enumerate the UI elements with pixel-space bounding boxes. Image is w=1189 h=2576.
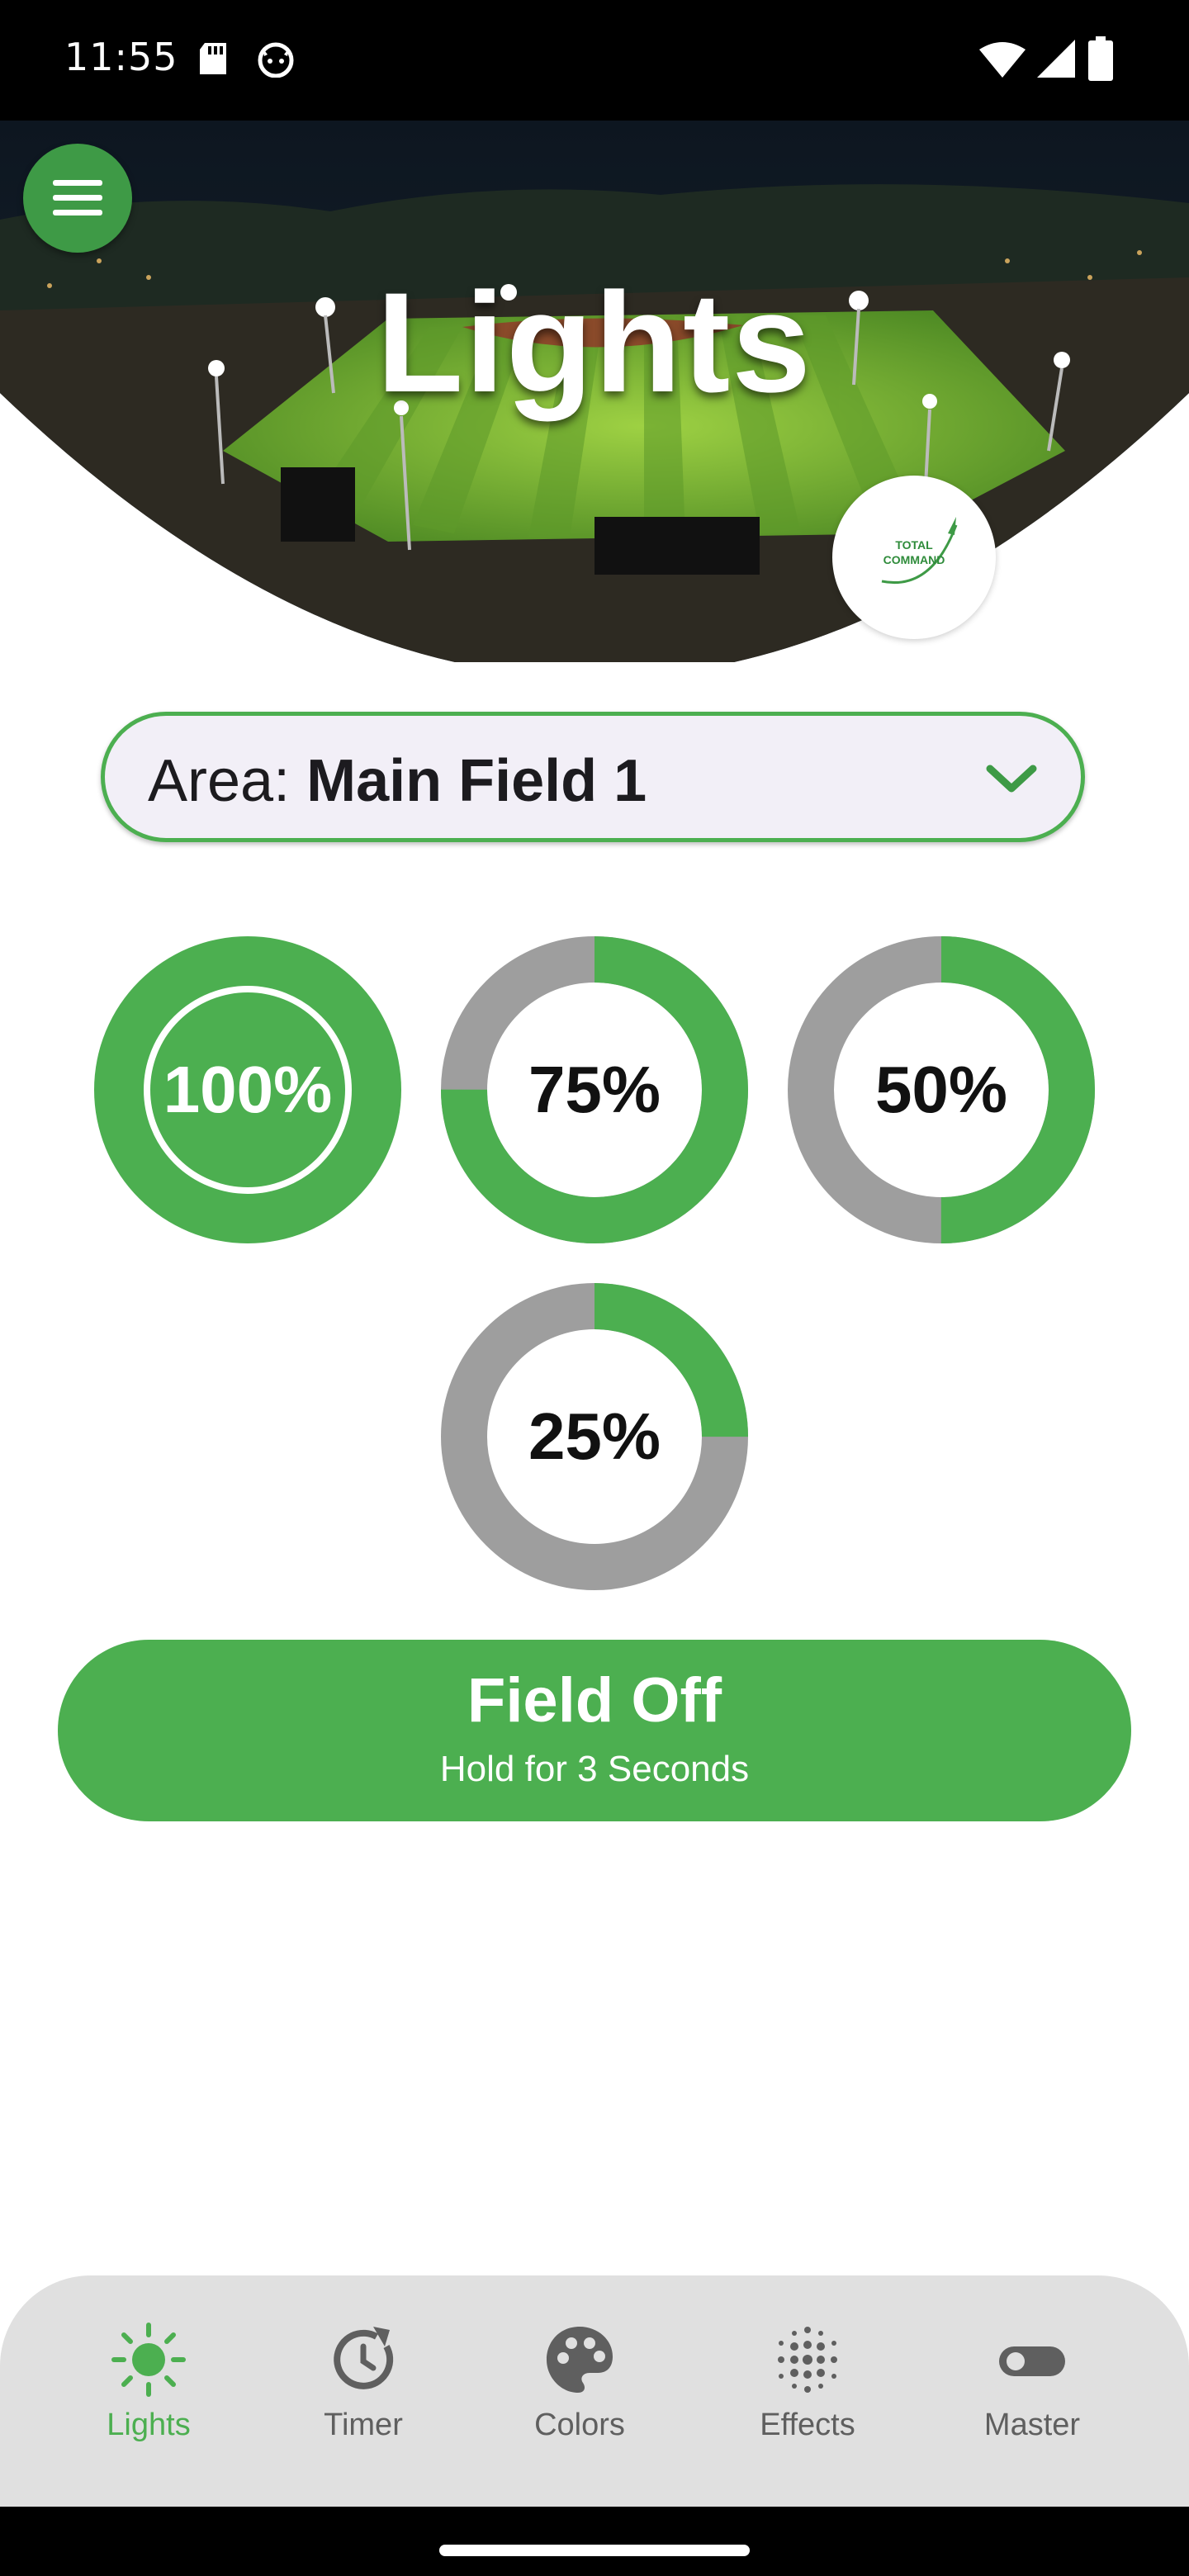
nav-label: Timer	[324, 2408, 403, 2442]
brightness-label: 25%	[528, 1399, 661, 1473]
field-off-button[interactable]: Field Off Hold for 3 Seconds	[58, 1640, 1131, 1821]
timer-icon	[334, 2327, 394, 2389]
brightness-50-button[interactable]: 50%	[788, 936, 1095, 1243]
area-dropdown[interactable]: Area: Main Field 1	[101, 712, 1085, 842]
dots-grid-icon	[778, 2327, 837, 2393]
wifi-icon	[979, 42, 1026, 78]
bottom-navigation: Lights Timer Colors Effects Master	[0, 2275, 1189, 2507]
area-value: Main Field 1	[306, 748, 647, 814]
palette-icon	[547, 2327, 613, 2393]
logo-text-line2: COMMAND	[883, 553, 945, 566]
field-off-hint: Hold for 3 Seconds	[439, 1749, 750, 1789]
nav-label: Colors	[534, 2408, 625, 2442]
sd-card-icon	[200, 43, 226, 74]
brightness-75-button[interactable]: 75%	[441, 936, 748, 1243]
brightness-label: 75%	[528, 1053, 661, 1126]
brightness-label: 50%	[874, 1053, 1008, 1126]
nav-master[interactable]: Master	[941, 2318, 1123, 2451]
gesture-bar-area	[0, 2507, 1189, 2576]
nav-colors[interactable]: Colors	[489, 2318, 670, 2451]
nav-label: Lights	[107, 2408, 191, 2442]
brightness-25-button[interactable]: 25%	[441, 1283, 748, 1590]
sun-icon	[111, 2323, 186, 2397]
cat-icon	[258, 42, 294, 78]
area-prefix: Area:	[148, 748, 307, 814]
status-time: 11:55	[64, 35, 178, 79]
nav-effects[interactable]: Effects	[717, 2318, 898, 2451]
nav-timer[interactable]: Timer	[272, 2318, 454, 2451]
field-off-label: Field Off	[467, 1665, 722, 1735]
menu-button[interactable]	[23, 144, 132, 253]
battery-icon	[1088, 36, 1113, 81]
nav-label: Master	[983, 2408, 1081, 2442]
logo-text-line1: TOTAL	[895, 538, 933, 552]
nav-label: Effects	[760, 2408, 855, 2442]
status-bar: 11:55	[0, 0, 1189, 121]
page-title: Lights	[377, 263, 812, 422]
brightness-label: 100%	[163, 1053, 333, 1126]
brightness-100-button[interactable]: 100%	[94, 936, 401, 1243]
area-label: Area: Main Field 1	[148, 747, 647, 815]
toggle-icon	[999, 2346, 1065, 2376]
hero-header: Lights	[0, 121, 1189, 662]
signal-icon	[1037, 40, 1075, 78]
home-gesture-handle[interactable]	[439, 2545, 750, 2556]
chevron-down-icon	[986, 765, 1037, 793]
total-command-logo: TOTAL COMMAND	[832, 476, 996, 639]
nav-lights[interactable]: Lights	[58, 2318, 239, 2451]
